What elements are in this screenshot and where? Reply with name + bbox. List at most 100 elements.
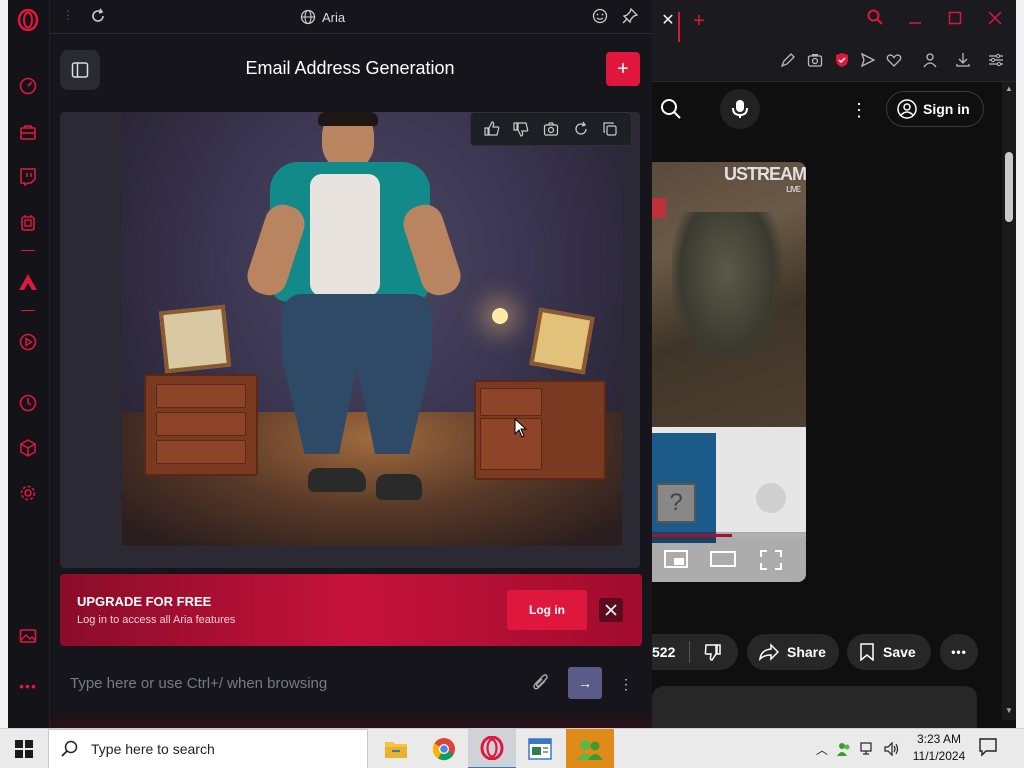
miniplayer-icon[interactable]	[664, 550, 688, 568]
system-tray: ︿	[810, 729, 920, 768]
sidebar-toggle-button[interactable]	[60, 50, 100, 90]
like-count: 522	[652, 644, 676, 660]
copy-icon[interactable]	[602, 121, 618, 137]
windows-taskbar: Type here to search ︿ 3:23 AM 11/1/2024	[0, 728, 1024, 768]
voice-search-button[interactable]	[720, 89, 760, 129]
maximize-icon[interactable]	[940, 6, 970, 36]
image-gallery-icon[interactable]	[14, 622, 42, 650]
pin-icon[interactable]	[622, 7, 640, 26]
scrollbar-thumb[interactable]	[1005, 152, 1013, 222]
more-sidebar-icon[interactable]: •••	[14, 672, 42, 700]
new-tab-button[interactable]: +	[688, 10, 710, 32]
speed-dial-icon[interactable]	[14, 72, 42, 100]
volume-icon[interactable]	[884, 741, 900, 757]
send-button[interactable]: →	[568, 667, 602, 699]
image-drawer	[156, 440, 246, 464]
profile-icon[interactable]	[922, 52, 942, 72]
extensions-icon[interactable]	[14, 209, 42, 237]
sidebar-panel-icon	[71, 62, 89, 78]
dislike-icon[interactable]	[704, 643, 722, 661]
page-scrollbar[interactable]: ▲ ▼	[1002, 82, 1016, 720]
taskbar-clock[interactable]: 3:23 AM 11/1/2024	[906, 731, 972, 767]
more-actions-button[interactable]: •••	[940, 634, 978, 670]
new-chat-button[interactable]: +	[606, 52, 640, 86]
camera-snapshot-icon[interactable]	[807, 52, 827, 72]
close-banner-button[interactable]	[599, 598, 623, 622]
scroll-down-icon[interactable]: ▼	[1005, 706, 1013, 715]
upgrade-heading: UPGRADE FOR FREE	[77, 594, 212, 609]
download-icon[interactable]	[955, 52, 975, 72]
aria-icon[interactable]	[14, 268, 42, 296]
generated-image[interactable]	[122, 112, 622, 546]
account-icon	[897, 99, 917, 119]
image-actions-toolbar	[470, 112, 632, 146]
history-icon[interactable]	[14, 389, 42, 417]
sign-in-button[interactable]: Sign in	[886, 91, 984, 127]
scroll-up-icon[interactable]: ▲	[1005, 84, 1013, 93]
thumbs-up-icon[interactable]	[484, 121, 500, 137]
share-button[interactable]: Share	[747, 634, 839, 670]
search-icon	[61, 740, 78, 757]
player-icon[interactable]	[14, 328, 42, 356]
video-player[interactable]: USTREAM LIVE ?	[652, 162, 806, 582]
settings-icon[interactable]	[14, 479, 42, 507]
taskbar-app-window[interactable]	[516, 729, 564, 768]
clock-date: 11/1/2024	[912, 749, 966, 763]
description-box[interactable]	[652, 686, 977, 728]
send-icon[interactable]	[860, 52, 880, 72]
taskbar-search-box[interactable]: Type here to search	[48, 729, 368, 768]
window-border	[1016, 0, 1024, 728]
start-button[interactable]	[0, 729, 48, 768]
taskbar-opera[interactable]	[468, 729, 516, 768]
taskbar-file-explorer[interactable]	[372, 729, 420, 768]
opera-logo-icon[interactable]	[14, 6, 42, 34]
message-input[interactable]	[60, 666, 520, 700]
camera-icon[interactable]	[543, 121, 559, 137]
aria-topbar: ⋮ Aria	[50, 0, 652, 34]
theater-mode-icon[interactable]	[710, 550, 736, 568]
folder-icon	[385, 742, 407, 758]
network-icon[interactable]	[860, 741, 876, 757]
more-options-icon[interactable]: ⋮	[850, 99, 868, 121]
mouse-cursor-icon	[514, 417, 528, 438]
app-window-icon	[528, 738, 552, 760]
taskbar-chrome[interactable]	[420, 729, 468, 768]
refresh-icon[interactable]	[573, 121, 589, 137]
taskbar-users-app[interactable]	[566, 729, 614, 768]
video-subject	[672, 212, 782, 362]
image-character-tanktop	[310, 174, 380, 296]
active-tab-edge	[678, 12, 680, 42]
vpn-shield-icon[interactable]	[834, 52, 854, 72]
shopping-bag-icon[interactable]	[14, 118, 42, 146]
login-button[interactable]: Log in	[507, 590, 587, 630]
thumbs-down-icon[interactable]	[513, 121, 529, 137]
generated-image-container	[60, 112, 640, 568]
image-drawer	[480, 418, 542, 470]
search-icon[interactable]	[660, 98, 684, 122]
users-tray-icon[interactable]	[836, 741, 852, 757]
heart-icon[interactable]	[886, 52, 906, 72]
attach-icon[interactable]	[532, 673, 554, 695]
image-lamp	[492, 308, 508, 324]
close-window-icon[interactable]	[980, 6, 1010, 36]
close-tab-icon[interactable]: ✕	[656, 10, 680, 32]
video-screen-circle	[756, 483, 786, 513]
fullscreen-icon[interactable]	[760, 550, 782, 570]
drag-handle-icon[interactable]: ⋮	[62, 8, 74, 26]
minimize-icon[interactable]	[900, 6, 930, 36]
cube-icon[interactable]	[14, 434, 42, 462]
emoji-icon[interactable]	[592, 8, 610, 26]
twitch-icon[interactable]	[14, 163, 42, 191]
save-button[interactable]: Save	[847, 634, 931, 670]
video-watermark-sub: LIVE	[786, 185, 801, 194]
composer-more-icon[interactable]: ⋮	[618, 673, 634, 695]
chevron-up-icon[interactable]: ︿	[816, 741, 828, 758]
search-tabs-icon[interactable]	[860, 6, 890, 36]
sidebar-separator	[21, 250, 35, 251]
notifications-icon[interactable]	[978, 737, 1004, 761]
easy-setup-icon[interactable]	[988, 52, 1008, 72]
edit-icon[interactable]	[780, 52, 800, 72]
image-left-frame	[158, 304, 232, 374]
panel-bottom-edge	[50, 708, 652, 728]
reload-icon[interactable]	[90, 8, 108, 26]
